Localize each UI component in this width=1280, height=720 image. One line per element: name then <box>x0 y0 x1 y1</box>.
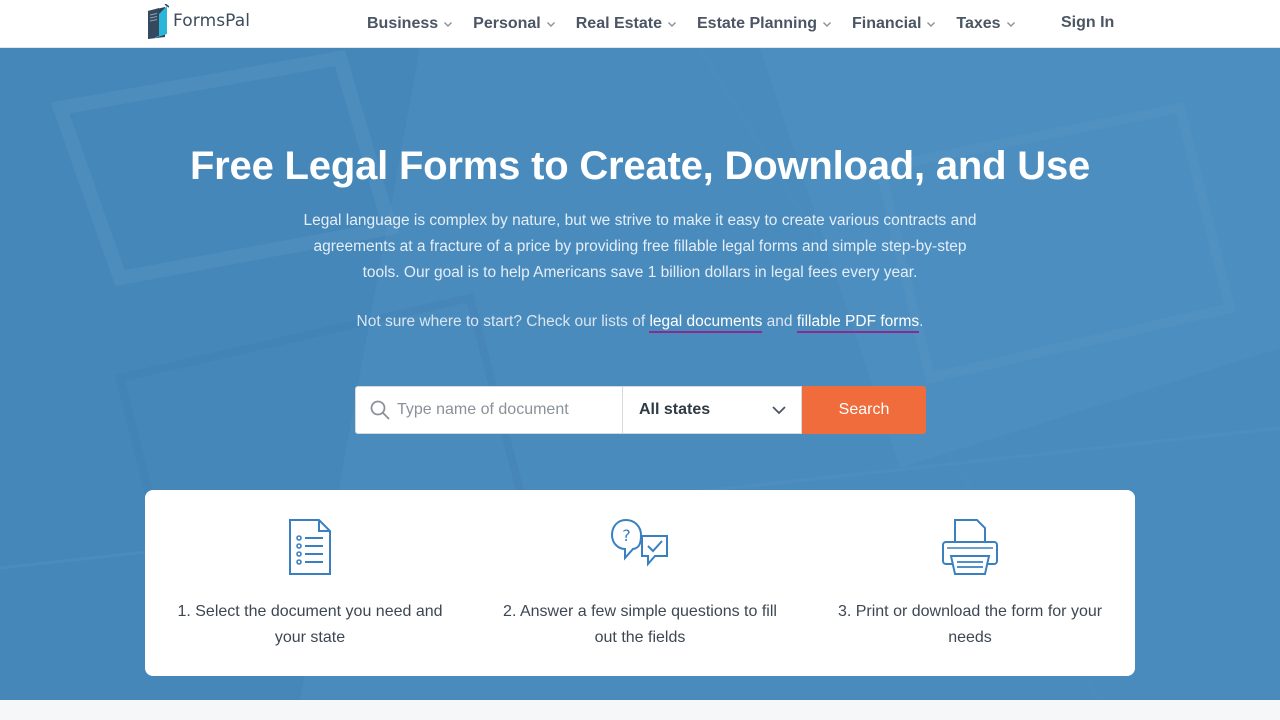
nav-item-label: Estate Planning <box>697 14 818 32</box>
nav-item-financial[interactable]: Financial <box>852 15 936 33</box>
sign-in-link[interactable]: Sign In <box>1061 14 1114 32</box>
hint-suffix: . <box>919 313 924 330</box>
step-text: 2. Answer a few simple questions to fill… <box>503 603 777 646</box>
nav-item-taxes[interactable]: Taxes <box>956 15 1015 33</box>
logo-text: FormsPal <box>173 11 251 31</box>
state-select-value: All states <box>639 401 711 418</box>
step-item: 3. Print or download the form for your n… <box>805 490 1135 676</box>
search-icon <box>370 400 390 420</box>
hint-middle: and <box>762 313 797 330</box>
nav-item-label: Financial <box>852 14 922 32</box>
search-input[interactable] <box>397 401 607 419</box>
hero-description: Legal language is complex by nature, but… <box>303 212 977 281</box>
fillable-pdf-forms-link[interactable]: fillable PDF forms <box>796 313 920 333</box>
step-icon-wrapper <box>805 518 1135 580</box>
nav-item-personal[interactable]: Personal <box>473 15 556 33</box>
steps-card: 1. Select the document you need and your… <box>145 490 1135 676</box>
step-item: ? 2. Answer a few simple questions to fi… <box>475 490 805 676</box>
chevron-down-icon <box>668 21 676 27</box>
nav-item-label: Personal <box>473 14 541 32</box>
question-check-chat-icon: ? <box>610 518 668 567</box>
page-title: Free Legal Forms to Create, Download, an… <box>189 144 1091 188</box>
hero-hint: Not sure where to start? Check our lists… <box>0 313 1280 333</box>
state-select[interactable]: All states <box>622 386 802 434</box>
document-search-form: All states Search <box>355 386 926 434</box>
site-header: FormsPal Business Personal Real Estate E… <box>0 0 1280 48</box>
main-nav: Business Personal Real Estate Estate Pla… <box>367 0 1036 47</box>
nav-item-label: Taxes <box>956 14 1001 32</box>
svg-text:?: ? <box>622 526 631 545</box>
chevron-down-icon <box>927 21 936 27</box>
step-text: 1. Select the document you need and your… <box>177 603 443 646</box>
search-input-wrapper[interactable] <box>355 386 622 434</box>
content-section-top <box>0 700 1280 720</box>
chevron-down-icon <box>823 21 832 27</box>
document-list-icon <box>289 519 331 575</box>
formspal-logo[interactable]: FormsPal <box>145 3 250 39</box>
hint-prefix: Not sure where to start? Check our lists… <box>356 313 650 330</box>
nav-item-label: Business <box>367 14 439 32</box>
chevron-down-icon <box>546 21 555 27</box>
printer-icon <box>942 519 998 575</box>
hero-section: Free Legal Forms to Create, Download, an… <box>0 48 1280 700</box>
search-button[interactable]: Search <box>802 386 926 434</box>
step-item: 1. Select the document you need and your… <box>145 490 475 676</box>
nav-item-real-estate[interactable]: Real Estate <box>576 15 677 33</box>
step-text: 3. Print or download the form for your n… <box>837 603 1103 646</box>
step-icon-wrapper: ? <box>475 518 805 580</box>
legal-documents-link[interactable]: legal documents <box>649 313 763 333</box>
logo-mark-icon <box>145 3 170 39</box>
nav-item-estate-planning[interactable]: Estate Planning <box>697 15 832 33</box>
nav-item-business[interactable]: Business <box>367 15 453 33</box>
step-icon-wrapper <box>145 518 475 580</box>
chevron-down-icon <box>772 406 786 415</box>
nav-item-label: Real Estate <box>575 14 662 32</box>
chevron-down-icon <box>1006 21 1015 27</box>
chevron-down-icon <box>444 21 453 27</box>
